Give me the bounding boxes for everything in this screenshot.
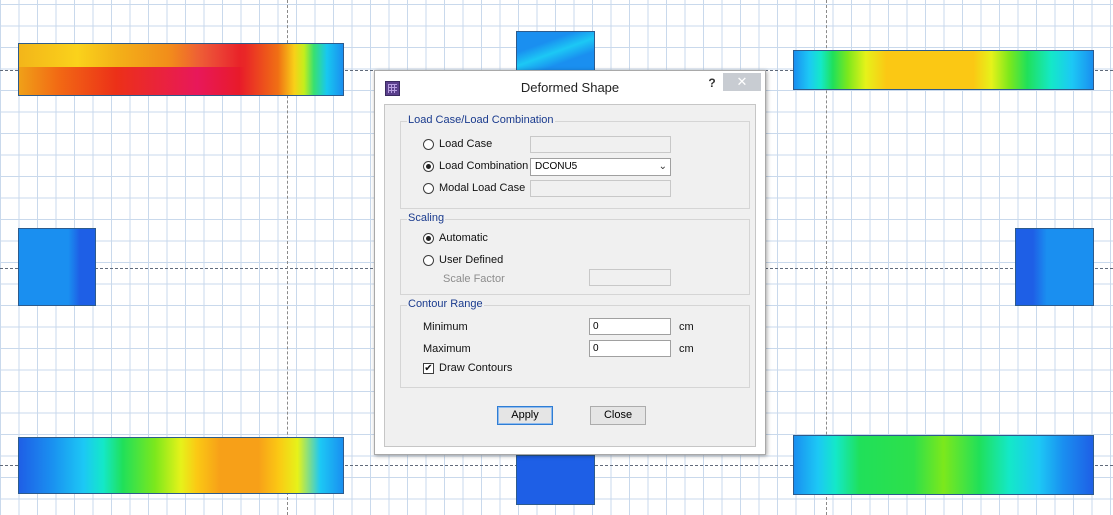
maximum-label: Maximum [423,343,471,355]
help-button[interactable]: ? [705,76,719,92]
slab-top-left[interactable] [18,43,344,96]
minimum-label: Minimum [423,321,468,333]
maximum-unit: cm [679,343,694,355]
slab-bottom-right[interactable] [793,435,1094,495]
load-case-label: Load Case [439,138,493,150]
scale-factor-label: Scale Factor [443,273,505,285]
slab-middle-left[interactable] [18,228,96,306]
chevron-down-icon: ⌄ [658,161,667,172]
modal-load-case-field [530,180,671,197]
slab-bottom-middle[interactable] [516,455,595,505]
load-combination-value: DCONU5 [535,161,578,172]
scale-factor-field [589,269,671,286]
minimum-field[interactable]: 0 [589,318,671,335]
close-icon[interactable]: ✕ [723,73,761,91]
load-case-field [530,136,671,153]
slab-bottom-left[interactable] [18,437,344,494]
automatic-label: Automatic [439,232,488,244]
draw-contours-label: Draw Contours [439,362,513,374]
close-button[interactable]: Close [590,406,646,425]
maximum-field[interactable]: 0 [589,340,671,357]
minimum-unit: cm [679,321,694,333]
load-case-group: Load Case/Load Combination Load Case Loa… [400,114,750,209]
dialog-titlebar[interactable]: Deformed Shape ? ✕ [375,71,765,103]
automatic-radio[interactable] [423,233,434,244]
contour-range-group: Contour Range Minimum 0 cm Maximum 0 cm … [400,298,750,388]
user-defined-label: User Defined [439,254,504,266]
slab-top-right[interactable] [793,50,1094,90]
deformed-shape-dialog: Deformed Shape ? ✕ Load Case/Load Combin… [374,70,766,455]
load-case-radio[interactable] [423,139,434,150]
modal-load-case-label: Modal Load Case [439,182,526,194]
modal-load-case-radio[interactable] [423,183,434,194]
draw-contours-checkbox[interactable]: ✔ [423,363,434,374]
contour-range-group-title: Contour Range [407,298,484,310]
slab-middle-right[interactable] [1015,228,1094,306]
dialog-body: Load Case/Load Combination Load Case Loa… [384,104,756,447]
load-combination-select[interactable]: DCONU5 ⌄ [530,158,671,176]
load-combination-radio[interactable] [423,161,434,172]
scaling-group: Scaling Automatic User Defined Scale Fac… [400,212,750,295]
load-case-group-title: Load Case/Load Combination [407,114,555,126]
apply-button[interactable]: Apply [497,406,553,425]
user-defined-radio[interactable] [423,255,434,266]
load-combination-label: Load Combination [439,160,529,172]
scaling-group-title: Scaling [407,212,446,224]
slab-top-middle[interactable] [516,31,595,73]
